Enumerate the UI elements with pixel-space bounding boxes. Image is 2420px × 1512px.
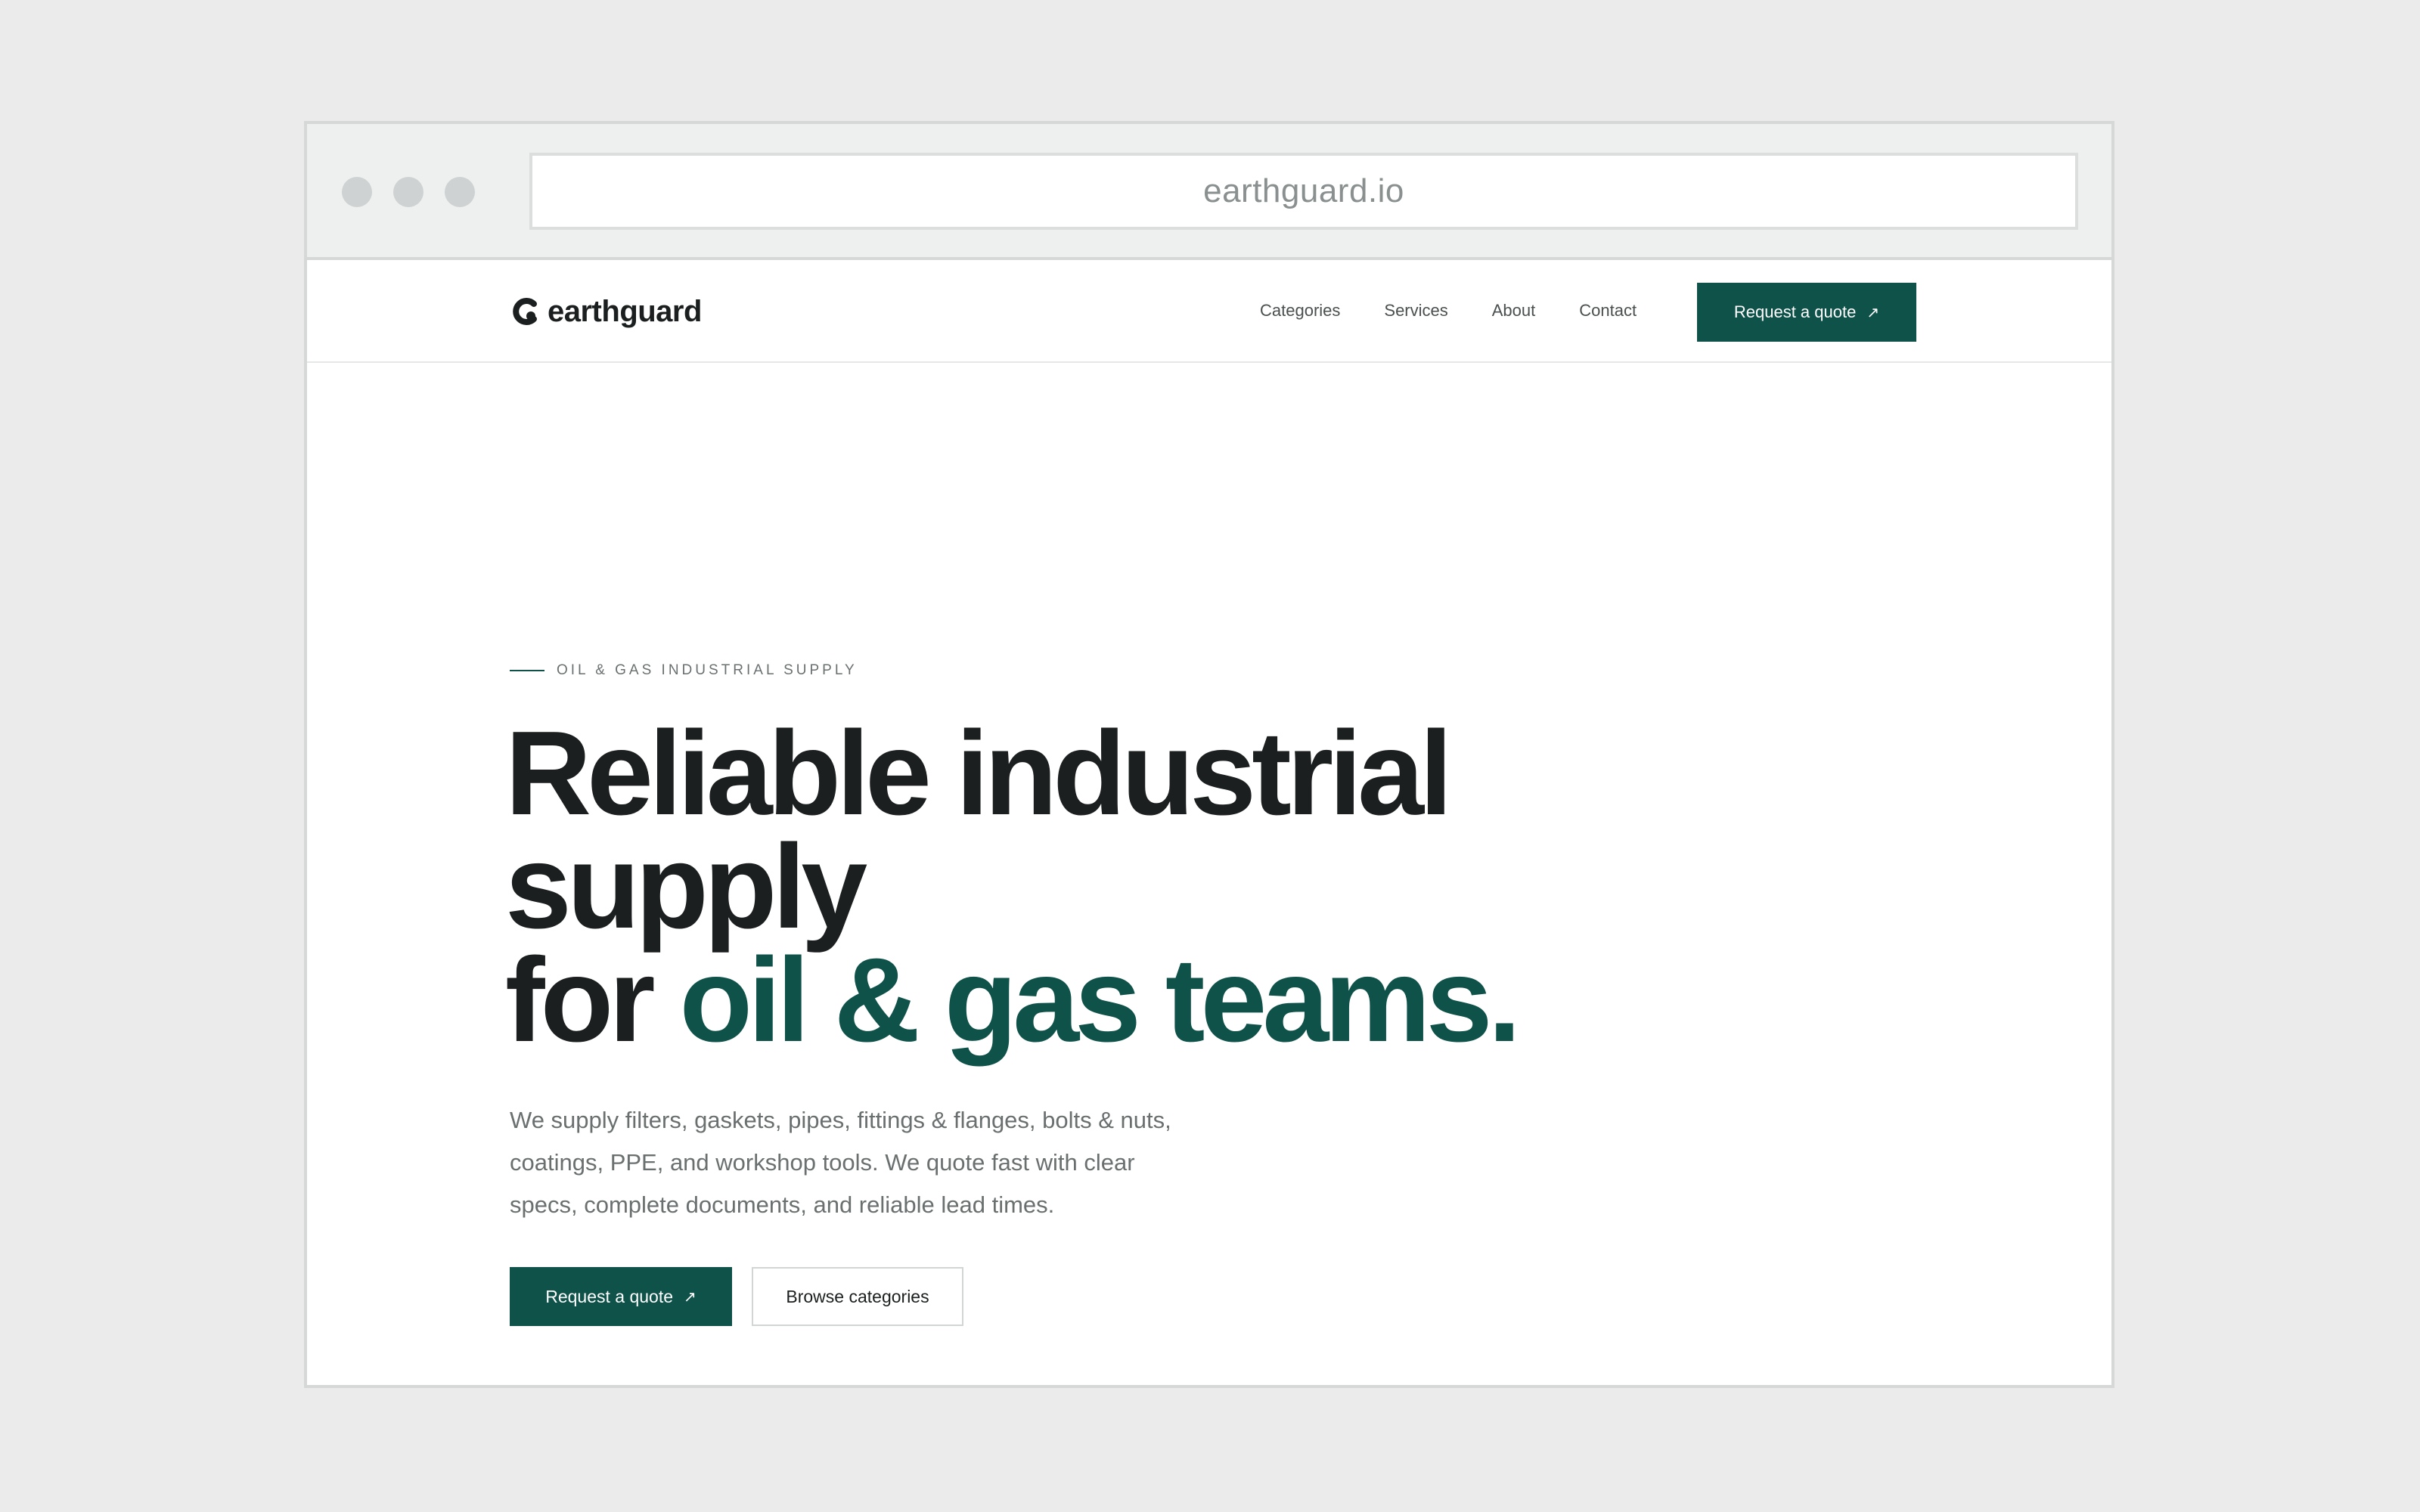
hero-cta-row: Request a quote ↗ Browse categories [510, 1267, 963, 1326]
site-header: earthguard Categories Services About Con… [307, 260, 2111, 363]
logo-text: earthguard [548, 294, 702, 328]
arrow-up-right-icon: ↗ [1866, 304, 1880, 321]
window-close-dot[interactable] [342, 177, 372, 207]
header-request-quote-label: Request a quote [1733, 302, 1857, 321]
logo[interactable]: earthguard [511, 289, 702, 334]
hero-headline: Reliable industrial supply for oil & gas… [505, 714, 1521, 1060]
main-nav: Categories Services About Contact [1260, 260, 1637, 361]
window-minimize-dot[interactable] [393, 177, 424, 207]
hero-request-quote-button[interactable]: Request a quote ↗ [510, 1267, 732, 1326]
header-request-quote-button[interactable]: Request a quote ↗ [1697, 283, 1916, 342]
arrow-up-right-icon: ↗ [684, 1288, 697, 1306]
browser-chrome: earthguard.io [307, 124, 2111, 260]
eyebrow-text: OIL & GAS INDUSTRIAL SUPPLY [557, 662, 858, 678]
hero-lead: We supply filters, gaskets, pipes, fitti… [510, 1107, 1171, 1218]
nav-categories[interactable]: Categories [1260, 301, 1340, 321]
earthguard-logo-icon [513, 298, 537, 325]
headline-accent: oil & gas teams. [679, 934, 1522, 1067]
browse-categories-button[interactable]: Browse categories [752, 1267, 963, 1326]
headline-line-3-prefix: for [505, 934, 680, 1067]
nav-contact[interactable]: Contact [1579, 301, 1637, 321]
hero-eyebrow: OIL & GAS INDUSTRIAL SUPPLY [510, 662, 858, 679]
address-bar[interactable]: earthguard.io [529, 153, 2078, 230]
nav-services[interactable]: Services [1384, 301, 1447, 321]
window-maximize-dot[interactable] [445, 177, 475, 207]
nav-about[interactable]: About [1492, 301, 1536, 321]
hero-request-quote-label: Request a quote [545, 1286, 674, 1306]
eyebrow-line [510, 670, 544, 671]
browser-window: earthguard.io earthguard Categories Serv… [304, 121, 2114, 1388]
